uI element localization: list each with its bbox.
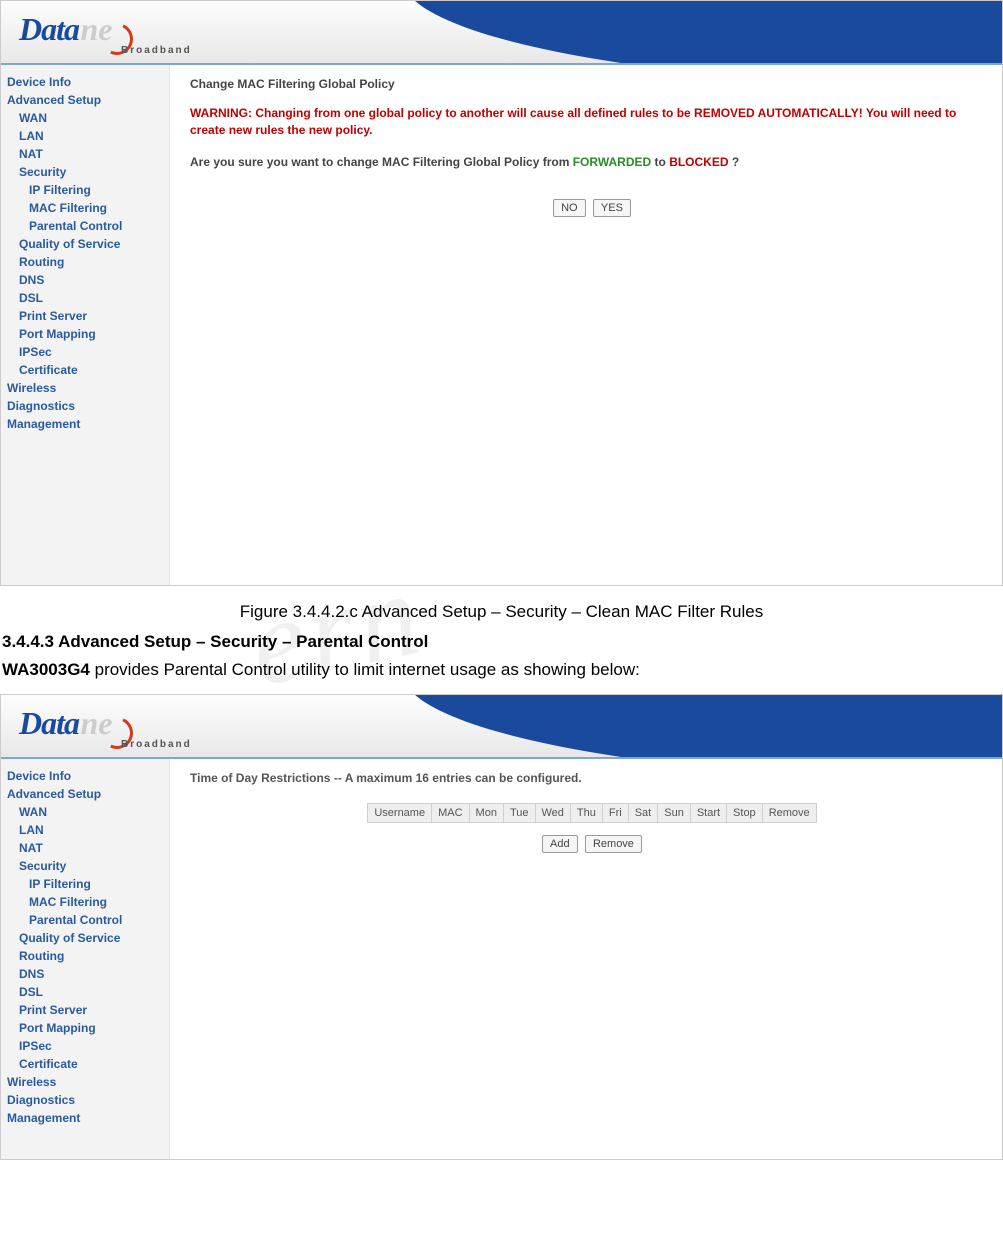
nav2-parental-control[interactable]: Parental Control [7,911,169,929]
header-swoosh [360,1,1002,65]
nav-nat[interactable]: NAT [7,145,169,163]
col-thu: Thu [570,804,602,823]
nav2-wireless[interactable]: Wireless [7,1073,169,1091]
nav-ipsec[interactable]: IPSec [7,343,169,361]
col-start: Start [690,804,726,823]
section-paragraph: WA3003G4 provides Parental Control utili… [0,660,1003,680]
nav2-diagnostics[interactable]: Diagnostics [7,1091,169,1109]
nav2-mac-filtering[interactable]: MAC Filtering [7,893,169,911]
para-bold: WA3003G4 [2,660,90,679]
nav2-ip-filtering[interactable]: IP Filtering [7,875,169,893]
col-remove: Remove [762,804,816,823]
no-button[interactable]: NO [553,199,586,217]
confirm-buttons: NO YES [190,199,994,217]
para-rest: provides Parental Control utility to lim… [90,660,640,679]
content-area-2: Time of Day Restrictions -- A maximum 16… [170,759,1002,1159]
nav2-security[interactable]: Security [7,857,169,875]
figure-caption-1: Figure 3.4.4.2.c Advanced Setup – Securi… [0,602,1003,622]
yes-button[interactable]: YES [593,199,631,217]
nav-ip-filtering[interactable]: IP Filtering [7,181,169,199]
nav2-nat[interactable]: NAT [7,839,169,857]
logo-primary-2: Data [19,705,79,741]
tod-table: Username MAC Mon Tue Wed Thu Fri Sat Sun… [367,803,816,823]
nav2-device-info[interactable]: Device Info [7,767,169,785]
nav-diagnostics[interactable]: Diagnostics [7,397,169,415]
content-area: Change MAC Filtering Global Policy WARNI… [170,65,1002,585]
nav2-certificate[interactable]: Certificate [7,1055,169,1073]
nav-qos[interactable]: Quality of Service [7,235,169,253]
nav-mac-filtering[interactable]: MAC Filtering [7,199,169,217]
nav-wan[interactable]: WAN [7,109,169,127]
col-tue: Tue [503,804,535,823]
nav2-advanced-setup[interactable]: Advanced Setup [7,785,169,803]
logo-sub: Broadband [121,45,192,56]
section-heading: 3.4.4.3 Advanced Setup – Security – Pare… [0,632,1003,652]
nav2-management[interactable]: Management [7,1109,169,1127]
nav2-dsl[interactable]: DSL [7,983,169,1001]
q-pre: Are you sure you want to change MAC Filt… [190,155,573,169]
add-button[interactable]: Add [542,835,578,853]
remove-button[interactable]: Remove [585,835,642,853]
logo-sub-2: Broadband [121,739,192,750]
nav-parental-control[interactable]: Parental Control [7,217,169,235]
q-mid: to [655,155,670,169]
router-header-2: Data ne Broadband [1,695,1002,759]
col-wed: Wed [535,804,570,823]
col-mac: MAC [432,804,469,823]
q-post: ? [732,155,739,169]
logo-2: Data ne [19,705,113,742]
nav-port-mapping[interactable]: Port Mapping [7,325,169,343]
nav-management[interactable]: Management [7,415,169,433]
logo: Data ne [19,11,113,48]
nav2-port-mapping[interactable]: Port Mapping [7,1019,169,1037]
nav-dns[interactable]: DNS [7,271,169,289]
nav-advanced-setup[interactable]: Advanced Setup [7,91,169,109]
col-username: Username [368,804,432,823]
nav2-wan[interactable]: WAN [7,803,169,821]
router-header: Data ne Broadband [1,1,1002,65]
nav2-print-server[interactable]: Print Server [7,1001,169,1019]
header-swoosh-2 [360,695,1002,759]
nav-certificate[interactable]: Certificate [7,361,169,379]
warning-text: WARNING: Changing from one global policy… [190,105,994,139]
nav2-qos[interactable]: Quality of Service [7,929,169,947]
col-sun: Sun [658,804,691,823]
q-to: BLOCKED [669,155,728,169]
nav-print-server[interactable]: Print Server [7,307,169,325]
q-from: FORWARDED [573,155,651,169]
col-mon: Mon [469,804,503,823]
tod-title: Time of Day Restrictions -- A maximum 16… [190,771,994,785]
col-stop: Stop [727,804,763,823]
nav-routing[interactable]: Routing [7,253,169,271]
nav-lan[interactable]: LAN [7,127,169,145]
col-sat: Sat [628,804,658,823]
nav-security[interactable]: Security [7,163,169,181]
nav-dsl[interactable]: DSL [7,289,169,307]
sidebar-2: Device Info Advanced Setup WAN LAN NAT S… [1,759,170,1159]
tod-buttons: Add Remove [190,835,994,853]
col-fri: Fri [602,804,628,823]
logo-primary: Data [19,11,79,47]
nav2-ipsec[interactable]: IPSec [7,1037,169,1055]
nav2-routing[interactable]: Routing [7,947,169,965]
content-title: Change MAC Filtering Global Policy [190,77,994,91]
nav-device-info[interactable]: Device Info [7,73,169,91]
nav2-dns[interactable]: DNS [7,965,169,983]
nav-wireless[interactable]: Wireless [7,379,169,397]
confirm-question: Are you sure you want to change MAC Filt… [190,155,994,169]
nav2-lan[interactable]: LAN [7,821,169,839]
router-screenshot-parental: Data ne Broadband Device Info Advanced S… [0,694,1003,1160]
router-screenshot-mac-filter: Data ne Broadband Device Info Advanced S… [0,0,1003,586]
sidebar: Device Info Advanced Setup WAN LAN NAT S… [1,65,170,585]
